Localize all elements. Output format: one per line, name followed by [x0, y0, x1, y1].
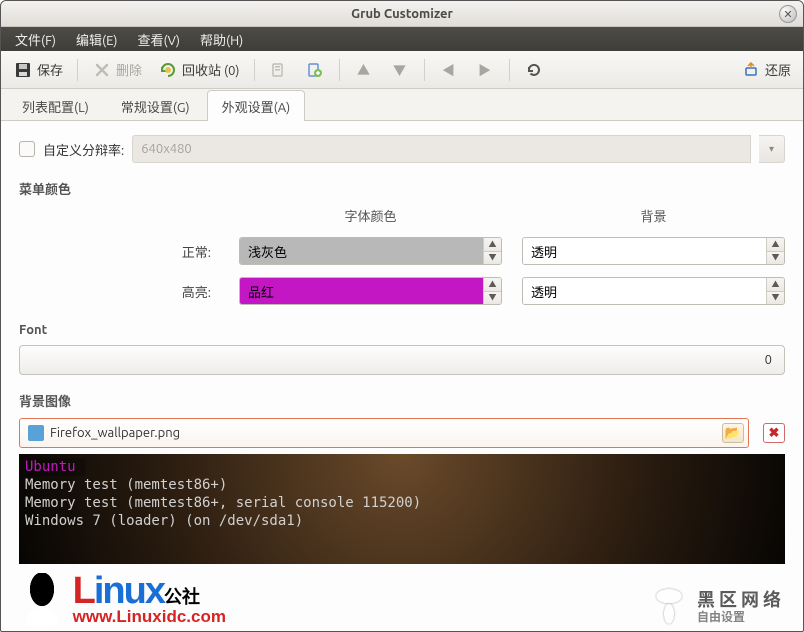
- mushroom-icon: [647, 583, 691, 627]
- refresh-icon: [524, 60, 544, 80]
- edit-entry-icon: [269, 60, 289, 80]
- highlight-bg-color-select[interactable]: 透明 ▲▼: [522, 277, 785, 305]
- window-close-button[interactable]: ✕: [779, 5, 797, 23]
- recyclebin-button[interactable]: 回收站 (0): [152, 56, 246, 84]
- column-header-font-color: 字体颜色: [239, 206, 502, 225]
- tab-appearance[interactable]: 外观设置(A): [207, 90, 306, 121]
- image-file-icon: [28, 425, 44, 441]
- toolbar-separator: [509, 59, 510, 81]
- menubar: 文件(F) 编辑(E) 查看(V) 帮助(H): [1, 27, 803, 51]
- custom-resolution-checkbox[interactable]: [19, 141, 35, 157]
- preview-line: Memory test (memtest86+, serial console …: [25, 494, 779, 512]
- highlight-font-color-select[interactable]: 品红 ▲▼: [239, 277, 502, 305]
- toolbar-separator: [254, 59, 255, 81]
- arrow-left-icon: ◀: [439, 60, 459, 80]
- move-down-button[interactable]: ▼: [384, 56, 416, 84]
- preview-line: Memory test (memtest86+): [25, 476, 779, 494]
- save-label: 保存: [37, 60, 63, 79]
- bg-image-file-chooser[interactable]: Firefox_wallpaper.png 📂: [19, 418, 749, 448]
- delete-button[interactable]: 删除: [86, 56, 148, 84]
- color-swatch: 浅灰色: [240, 238, 483, 264]
- menu-colors-heading: 菜单颜色: [19, 179, 785, 198]
- file-open-button[interactable]: 📂: [722, 423, 744, 443]
- titlebar: Grub Customizer ✕: [1, 1, 803, 27]
- restore-icon: [741, 60, 761, 80]
- remove-icon: ✖: [769, 426, 780, 441]
- grub-preview: Ubuntu Memory test (memtest86+) Memory t…: [19, 454, 785, 564]
- custom-resolution-label: 自定义分辩率:: [43, 140, 124, 159]
- delete-icon: [92, 60, 112, 80]
- new-entry-icon: [305, 60, 325, 80]
- new-entry-button[interactable]: [299, 56, 331, 84]
- normal-bg-color-select[interactable]: 透明 ▲▼: [522, 237, 785, 265]
- menu-help[interactable]: 帮助(H): [190, 27, 253, 52]
- row-label-normal: 正常:: [19, 242, 219, 261]
- arrow-right-icon: ▶: [475, 60, 495, 80]
- menu-view[interactable]: 查看(V): [128, 27, 190, 52]
- color-swatch: 透明: [523, 238, 766, 264]
- preview-line: Windows 7 (loader) (on /dev/sda1): [25, 512, 779, 530]
- delete-label: 删除: [116, 60, 142, 79]
- tab-content-appearance: 自定义分辩率: 640x480 ▾ 菜单颜色 字体颜色 背景 正常: 浅灰色 ▲…: [1, 121, 803, 631]
- restore-button[interactable]: 还原: [735, 56, 797, 84]
- close-icon: ✕: [783, 8, 792, 21]
- arrow-down-icon: ▼: [390, 60, 410, 80]
- resolution-input[interactable]: 640x480: [132, 135, 751, 163]
- save-icon: [13, 60, 33, 80]
- normal-font-color-select[interactable]: 浅灰色 ▲▼: [239, 237, 502, 265]
- preview-highlighted-entry: Ubuntu: [25, 458, 86, 476]
- toolbar-separator: [77, 59, 78, 81]
- restore-label: 还原: [765, 60, 791, 79]
- resolution-dropdown-button[interactable]: ▾: [759, 135, 785, 163]
- recyclebin-label: 回收站 (0): [182, 60, 240, 79]
- bg-image-remove-button[interactable]: ✖: [763, 423, 785, 443]
- menu-edit[interactable]: 编辑(E): [66, 27, 127, 52]
- refresh-button[interactable]: [518, 56, 550, 84]
- tab-general-settings[interactable]: 常规设置(G): [106, 90, 205, 121]
- toolbar-separator: [339, 59, 340, 81]
- resolution-value: 640x480: [141, 142, 192, 156]
- bg-image-heading: 背景图像: [19, 391, 785, 410]
- column-header-background: 背景: [522, 206, 785, 225]
- chevron-down-icon: ▾: [769, 143, 774, 155]
- folder-icon: 📂: [725, 426, 741, 441]
- back-button[interactable]: ◀: [433, 56, 465, 84]
- watermark-heiqu: 黑区网络 自由设置: [647, 583, 785, 627]
- select-spinner[interactable]: ▲▼: [483, 278, 501, 304]
- recyclebin-icon: [158, 60, 178, 80]
- tux-icon: [15, 573, 69, 627]
- menu-file[interactable]: 文件(F): [5, 27, 66, 52]
- edit-entry-button[interactable]: [263, 56, 295, 84]
- select-spinner[interactable]: ▲▼: [483, 238, 501, 264]
- select-spinner[interactable]: ▲▼: [766, 278, 784, 304]
- select-spinner[interactable]: ▲▼: [766, 238, 784, 264]
- font-heading: Font: [19, 323, 785, 337]
- arrow-up-icon: ▲: [354, 60, 374, 80]
- toolbar-separator: [424, 59, 425, 81]
- font-size-value: 0: [765, 353, 772, 367]
- font-chooser-button[interactable]: 0: [19, 345, 785, 375]
- color-swatch: 品红: [240, 278, 483, 304]
- bg-image-filename: Firefox_wallpaper.png: [50, 426, 716, 440]
- toolbar: 保存 删除 回收站 (0) ▲: [1, 51, 803, 89]
- watermark-linuxidc: Linux公社 www.Linuxidc.com: [15, 570, 226, 627]
- tabs: 列表配置(L) 常规设置(G) 外观设置(A): [1, 89, 803, 121]
- move-up-button[interactable]: ▲: [348, 56, 380, 84]
- color-swatch: 透明: [523, 278, 766, 304]
- forward-button[interactable]: ▶: [469, 56, 501, 84]
- row-label-highlight: 高亮:: [19, 282, 219, 301]
- save-button[interactable]: 保存: [7, 56, 69, 84]
- resolution-row: 自定义分辩率: 640x480 ▾: [19, 135, 785, 163]
- tab-list-config[interactable]: 列表配置(L): [7, 90, 104, 121]
- window-title: Grub Customizer: [1, 7, 803, 21]
